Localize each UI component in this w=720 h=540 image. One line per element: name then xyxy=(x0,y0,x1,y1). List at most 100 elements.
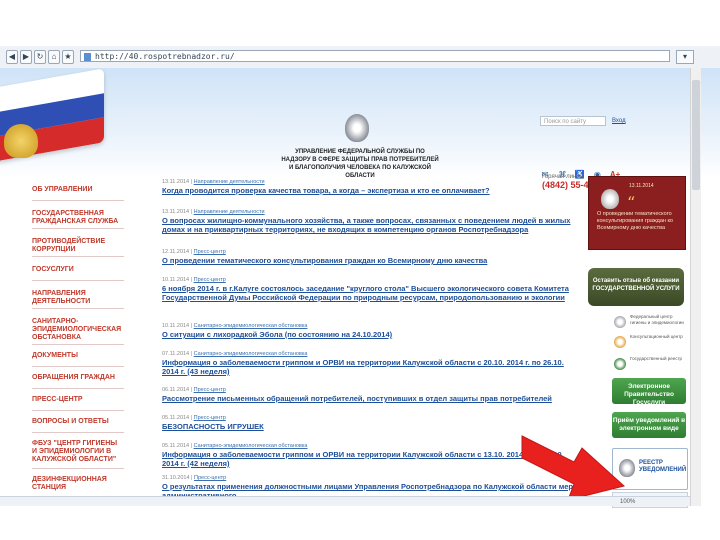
fcge-logo-icon[interactable] xyxy=(614,316,626,328)
news-headline-link[interactable]: БЕЗОПАСНОСТЬ ИГРУШЕК xyxy=(162,422,580,431)
news-headline-link[interactable]: Информация о заболеваемости гриппом и ОР… xyxy=(162,358,580,376)
scrollbar-thumb[interactable] xyxy=(692,80,700,190)
favorites-icon[interactable]: ★ xyxy=(62,50,74,64)
news-date: 13.11.2014 xyxy=(162,209,190,215)
nav-divider xyxy=(32,280,124,281)
banner-text: Оставить отзыв об оказании ГОСУДАРСТВЕНН… xyxy=(592,278,680,292)
news-meta: 06.11.2014 | Пресс-центр xyxy=(162,387,226,393)
news-meta: 05.11.2014 | Санитарно-эпидемиологическа… xyxy=(162,443,308,449)
news-meta: 10.11.2014 | Пресс-центр xyxy=(162,277,226,283)
news-headline-link[interactable]: О проведении тематического консультирова… xyxy=(162,256,580,265)
nav-qa[interactable]: ВОПРОСЫ И ОТВЕТЫ xyxy=(32,418,124,426)
nav-divider xyxy=(32,410,124,411)
news-headline-link[interactable]: О ситуации с лихорадкой Эбола (по состоя… xyxy=(162,330,580,339)
nav-divider xyxy=(32,228,124,229)
news-item: 10.11.2014 | Санитарно-эпидемиологическа… xyxy=(162,322,580,339)
news-headline-link[interactable]: О вопросах жилищно-коммунального хозяйст… xyxy=(162,216,580,234)
nav-activities[interactable]: НАПРАВЛЕНИЯ ДЕЯТЕЛЬНОСТИ xyxy=(32,290,124,306)
news-meta: 13.11.2014 | Направление деятельности xyxy=(162,179,265,185)
egov-button[interactable]: Электронное Правительство Госуслуги xyxy=(612,378,686,406)
news-meta: 13.11.2014 | Направление деятельности xyxy=(162,209,265,215)
news-meta: 05.11.2014 | Пресс-центр xyxy=(162,415,226,421)
nav-divider xyxy=(32,344,124,345)
news-category-link[interactable]: Пресс-центр xyxy=(194,475,226,481)
news-headline-link[interactable]: Когда проводится проверка качества товар… xyxy=(162,186,580,195)
registry-logo-icon[interactable] xyxy=(614,358,626,370)
news-date: 31.10.2014 xyxy=(162,475,190,481)
forward-icon[interactable]: ▶ xyxy=(20,50,32,64)
news-category-link[interactable]: Пресс-центр xyxy=(194,387,226,393)
back-icon[interactable]: ◀ xyxy=(6,50,18,64)
nav-citizen-appeals[interactable]: ОБРАЩЕНИЯ ГРАЖДАН xyxy=(32,374,124,382)
news-item: 05.11.2014 | Санитарно-эпидемиологическа… xyxy=(162,442,580,468)
vertical-scrollbar[interactable] xyxy=(690,68,701,506)
refresh-icon[interactable]: ↻ xyxy=(34,50,46,64)
news-category-link[interactable]: Санитарно-эпидемиологическая обстановка xyxy=(194,323,308,329)
browser-window: ◀ ▶ ↻ ⌂ ★ http://40.rospotrebnadzor.ru/ … xyxy=(0,46,720,508)
news-meta: 07.11.2014 | Санитарно-эпидемиологическа… xyxy=(162,351,308,357)
address-dropdown-button[interactable]: ▾ xyxy=(676,50,694,64)
news-item: 06.11.2014 | Пресс-центр Рассмотрение пи… xyxy=(162,386,580,403)
partner-link[interactable]: Государственный реестр xyxy=(630,356,686,362)
nav-divider xyxy=(32,432,124,433)
news-category-link[interactable]: Санитарно-эпидемиологическая обстановка xyxy=(194,443,308,449)
quote-icon: “ xyxy=(627,193,636,212)
search-input[interactable]: Поиск по сайту xyxy=(540,116,606,126)
news-meta: 12.11.2014 | Пресс-центр xyxy=(162,249,226,255)
page-icon xyxy=(84,53,91,61)
address-bar[interactable]: http://40.rospotrebnadzor.ru/ xyxy=(80,50,670,62)
news-date: 12.11.2014 xyxy=(162,249,190,255)
nav-about[interactable]: ОБ УПРАВЛЕНИИ xyxy=(32,186,124,194)
site-header: УПРАВЛЕНИЕ ФЕДЕРАЛЬНОЙ СЛУЖБЫ ПО НАДЗОРУ… xyxy=(0,68,720,179)
home-icon[interactable]: ⌂ xyxy=(48,50,60,64)
nav-documents[interactable]: ДОКУМЕНТЫ xyxy=(32,352,124,360)
news-category-link[interactable]: Пресс-центр xyxy=(194,277,226,283)
news-date: 13.11.2014 xyxy=(162,179,190,185)
nav-divider xyxy=(32,308,124,309)
coat-of-arms-icon xyxy=(4,124,38,158)
nav-anticorruption[interactable]: ПРОТИВОДЕЙСТВИЕ КОРРУПЦИИ xyxy=(32,238,124,254)
news-date: 10.11.2014 xyxy=(162,277,190,283)
news-category-link[interactable]: Санитарно-эпидемиологическая обстановка xyxy=(194,351,308,357)
consult-center-logo-icon[interactable] xyxy=(614,336,626,348)
news-item: 10.11.2014 | Пресс-центр 6 ноября 2014 г… xyxy=(162,276,580,302)
registry-label: РЕЕСТР УВЕДОМЛЕНИЙ xyxy=(639,460,687,473)
nav-civil-service[interactable]: ГОСУДАРСТВЕННАЯ ГРАЖДАНСКАЯ СЛУЖБА xyxy=(32,210,124,226)
nav-divider xyxy=(32,200,124,201)
news-meta: 10.11.2014 | Санитарно-эпидемиологическа… xyxy=(162,323,308,329)
nav-divider xyxy=(32,366,124,367)
news-item: 07.11.2014 | Санитарно-эпидемиологическа… xyxy=(162,350,580,376)
news-item: 05.11.2014 | Пресс-центр БЕЗОПАСНОСТЬ ИГ… xyxy=(162,414,580,431)
news-item: 12.11.2014 | Пресс-центр О проведении те… xyxy=(162,248,580,265)
news-date: 07.11.2014 xyxy=(162,351,190,357)
news-category-link[interactable]: Направление деятельности xyxy=(194,209,265,215)
status-bar: 100% xyxy=(0,496,690,506)
nav-epid-situation[interactable]: САНИТАРНО-ЭПИДЕМИОЛОГИЧЕСКАЯ ОБСТАНОВКА xyxy=(32,318,124,342)
news-date: 10.11.2014 xyxy=(162,323,190,329)
news-headline-link[interactable]: Информация о заболеваемости гриппом и ОР… xyxy=(162,450,580,468)
banner-date: 13.11.2014 xyxy=(629,183,654,189)
nav-fbuz[interactable]: ФБУЗ "ЦЕНТР ГИГИЕНЫ И ЭПИДЕМИОЛОГИИ В КА… xyxy=(32,440,124,464)
zoom-level[interactable]: 100% xyxy=(620,499,635,505)
login-link[interactable]: Вход xyxy=(612,116,626,126)
news-headline-link[interactable]: 6 ноября 2014 г. в г.Калуге состоялось з… xyxy=(162,284,580,302)
nav-divider xyxy=(32,256,124,257)
nav-press-center[interactable]: ПРЕСС-ЦЕНТР xyxy=(32,396,124,404)
news-date: 05.11.2014 xyxy=(162,443,190,449)
quality-day-banner[interactable]: 13.11.2014 “ О проведении тематического … xyxy=(588,176,686,250)
nav-disinfection[interactable]: ДЕЗИНФЕКЦИОННАЯ СТАНЦИЯ xyxy=(32,476,124,492)
partner-link[interactable]: Федеральный центр гигиены и эпидемиологи… xyxy=(630,314,686,325)
news-meta: 31.10.2014 | Пресс-центр xyxy=(162,475,227,481)
news-headline-link[interactable]: Рассмотрение письменных обращений потреб… xyxy=(162,394,580,403)
news-category-link[interactable]: Направление деятельности xyxy=(194,179,265,185)
news-date: 05.11.2014 xyxy=(162,415,190,421)
agency-emblem-icon xyxy=(345,114,369,142)
nav-gosuslugi[interactable]: ГОСУСЛУГИ xyxy=(32,266,124,274)
news-category-link[interactable]: Пресс-центр xyxy=(194,249,226,255)
news-category-link[interactable]: Пресс-центр xyxy=(194,415,226,421)
feedback-gosuslugi-banner[interactable]: Оставить отзыв об оказании ГОСУДАРСТВЕНН… xyxy=(588,268,684,306)
partner-link[interactable]: Консультационный центр xyxy=(630,334,686,340)
nav-divider xyxy=(32,468,124,469)
agency-emblem-icon xyxy=(601,189,619,209)
news-item: 13.11.2014 | Направление деятельности Ко… xyxy=(162,178,580,195)
